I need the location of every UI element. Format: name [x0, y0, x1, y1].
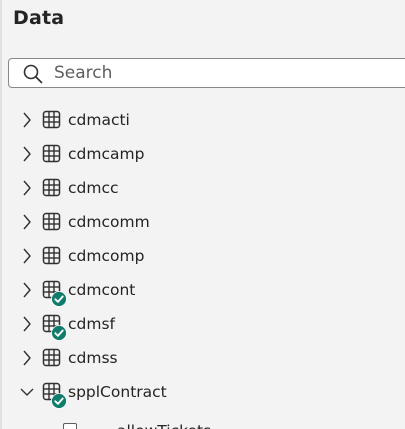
table-row-cdmcc[interactable]: cdmcc — [0, 172, 405, 206]
field-name-label: allowTickets — [117, 422, 211, 429]
chevron-right-icon[interactable] — [18, 314, 36, 334]
chevron-down-icon[interactable] — [18, 382, 36, 402]
table-icon — [42, 212, 61, 231]
chevron-right-icon[interactable] — [18, 246, 36, 266]
checkmark-badge-icon — [51, 393, 67, 409]
table-icon — [42, 144, 61, 163]
table-row-cdmsf[interactable]: cdmsf — [0, 308, 405, 342]
pane-title: Data — [13, 7, 65, 29]
chevron-right-icon[interactable] — [18, 212, 36, 232]
table-name-label: cdmss — [68, 349, 118, 367]
field-tree: cdmacti cdmcamp cdmcc cdmcomm cdmcomp cdmcont… — [0, 104, 405, 429]
checkmark-badge-icon — [51, 325, 67, 341]
field-checkbox[interactable] — [63, 423, 77, 429]
checkmark-badge-icon — [51, 291, 67, 307]
table-row-cdmss[interactable]: cdmss — [0, 342, 405, 376]
table-name-label: cdmcomp — [68, 247, 145, 265]
search-box[interactable] — [8, 58, 405, 88]
table-row-cdmcomm[interactable]: cdmcomm — [0, 206, 405, 240]
chevron-right-icon[interactable] — [18, 280, 36, 300]
table-icon — [42, 246, 61, 265]
table-name-label: cdmcont — [68, 281, 136, 299]
table-name-label: cdmcomm — [68, 213, 150, 231]
search-icon — [23, 64, 43, 84]
chevron-right-icon[interactable] — [18, 144, 36, 164]
table-row-cdmacti[interactable]: cdmacti — [0, 104, 405, 138]
table-icon — [42, 348, 61, 367]
data-pane: Data cdmacticdmcampcdmcccdmcommcdmcompcd… — [0, 0, 405, 429]
search-input[interactable] — [54, 61, 354, 85]
table-row-cdmcomp[interactable]: cdmcomp — [0, 240, 405, 274]
table-row-cdmcont[interactable]: cdmcont — [0, 274, 405, 308]
chevron-right-icon[interactable] — [18, 348, 36, 368]
table-row-spplContract[interactable]: spplContract — [0, 376, 405, 410]
chevron-right-icon[interactable] — [18, 178, 36, 198]
table-name-label: cdmcamp — [68, 145, 145, 163]
field-row-allowTickets[interactable]: allowTickets — [0, 410, 405, 429]
table-name-label: spplContract — [68, 383, 167, 401]
table-icon — [42, 178, 61, 197]
chevron-right-icon[interactable] — [18, 110, 36, 130]
table-row-cdmcamp[interactable]: cdmcamp — [0, 138, 405, 172]
table-name-label: cdmsf — [68, 315, 115, 333]
table-name-label: cdmacti — [68, 111, 130, 129]
table-icon — [42, 110, 61, 129]
table-name-label: cdmcc — [68, 179, 119, 197]
